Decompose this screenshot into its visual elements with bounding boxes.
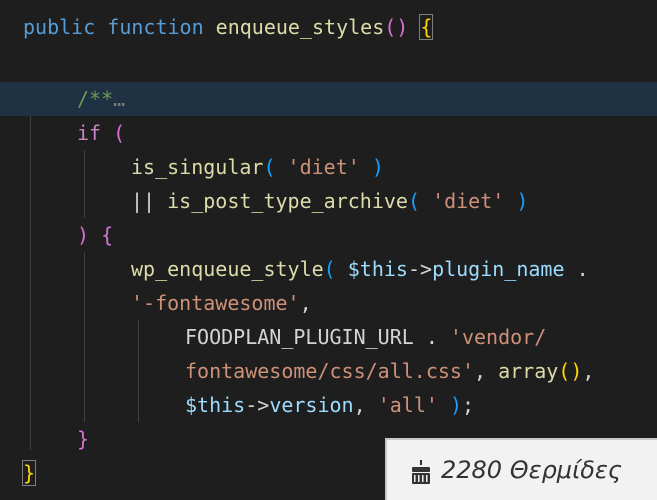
comma: , <box>473 359 487 383</box>
comma: , <box>299 291 312 315</box>
paren-close: ) <box>371 155 384 179</box>
calories-text: 2280 Θερμίδες <box>441 456 622 484</box>
code-line-10[interactable]: FOODPLAN_PLUGIN_URL . 'vendor/ <box>0 320 657 354</box>
semicolon: ; <box>462 393 475 417</box>
operator-or: || <box>131 189 156 213</box>
string-literal: 'diet' <box>287 155 360 179</box>
string-literal: 'all' <box>377 393 438 417</box>
string-literal: 'vendor/ <box>449 325 547 349</box>
calories-badge: 2280 Θερμίδες <box>385 438 657 500</box>
function-call: array <box>498 359 559 383</box>
string-literal: 'diet' <box>432 189 505 213</box>
code-line-11[interactable]: fontawesome/css/all.css', array(), <box>0 354 657 388</box>
code-line-3-current[interactable]: /**… <box>0 82 657 116</box>
paren-open: ( <box>263 155 276 179</box>
variable-this: $this <box>185 393 246 417</box>
code-editor[interactable]: public function enqueue_styles() { /**… … <box>0 0 657 500</box>
code-line-12[interactable]: $this->version, 'all' ); <box>0 388 657 422</box>
concat-operator: . <box>425 325 438 349</box>
paren-close: ) <box>516 189 529 213</box>
string-literal-continued: fontawesome/css/all.css' <box>185 359 474 383</box>
keyword-function: function <box>107 15 204 39</box>
function-name: enqueue_styles <box>215 15 385 39</box>
code-line-7[interactable]: ) { <box>0 218 657 252</box>
paren-open: ( <box>384 15 397 39</box>
concat-operator: . <box>576 257 589 281</box>
code-line-8[interactable]: wp_enqueue_style( $this->plugin_name . <box>0 252 657 286</box>
property-name: plugin_name <box>432 257 565 281</box>
paren-open: ( <box>113 121 126 145</box>
keyword-if: if <box>77 121 102 145</box>
code-line-5[interactable]: is_singular( 'diet' ) <box>0 150 657 184</box>
paren-close: ) <box>449 393 463 417</box>
code-line-4[interactable]: if ( <box>0 116 657 150</box>
fold-ellipsis[interactable]: … <box>113 87 125 111</box>
function-call: wp_enqueue_style <box>131 257 324 281</box>
comma: , <box>353 393 366 417</box>
paren-close: ) <box>396 15 409 39</box>
paren-open: ( <box>407 189 421 213</box>
string-literal: '-fontawesome' <box>131 291 300 315</box>
constant-name: FOODPLAN_PLUGIN_URL <box>185 325 414 349</box>
brace-close: } <box>77 427 90 451</box>
code-line-1[interactable]: public function enqueue_styles() { <box>0 10 657 44</box>
paren-open: ( <box>323 257 336 281</box>
brace-close-matched: } <box>21 460 37 486</box>
brace-open: { <box>101 223 114 247</box>
cake-icon <box>412 460 430 484</box>
brace-open-matched: { <box>419 14 434 40</box>
code-line-9[interactable]: '-fontawesome', <box>0 286 657 320</box>
arrow-operator: -> <box>245 393 270 417</box>
code-line-6[interactable]: || is_post_type_archive( 'diet' ) <box>0 184 657 218</box>
variable-this: $this <box>347 257 408 281</box>
empty-parens: () <box>558 359 583 383</box>
function-call: is_post_type_archive <box>167 189 408 213</box>
comma: , <box>582 359 595 383</box>
function-call: is_singular <box>131 155 264 179</box>
arrow-operator: -> <box>407 257 433 281</box>
doc-comment-folded: /** <box>77 87 114 111</box>
paren-close: ) <box>77 223 90 247</box>
property-name: version <box>269 393 354 417</box>
keyword-public: public <box>23 15 96 39</box>
